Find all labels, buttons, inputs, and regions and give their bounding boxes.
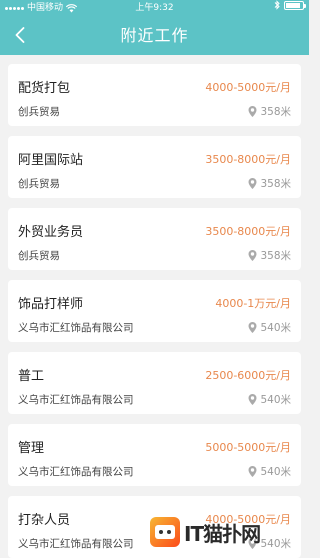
header: 中国移动 上午9:32 附近工作 — [0, 0, 309, 55]
job-salary: 5000-5000元/月 — [205, 441, 291, 454]
company-name: 创兵贸易 — [18, 178, 60, 190]
job-title: 饰品打样师 — [18, 297, 84, 312]
watermark-text: IT猫扑网 — [184, 521, 261, 546]
location-pin-icon — [248, 322, 257, 333]
job-title: 配货打包 — [18, 81, 71, 96]
distance: 540米 — [248, 392, 291, 407]
company-name: 创兵贸易 — [18, 250, 60, 262]
job-card[interactable]: 配货打包 4000-5000元/月 创兵贸易 358米 — [8, 64, 301, 126]
distance-label: 358米 — [260, 106, 291, 118]
job-card[interactable]: 饰品打样师 4000-1万元/月 义乌市汇红饰品有限公司 540米 — [8, 280, 301, 342]
job-title: 普工 — [18, 369, 45, 384]
page-title: 附近工作 — [120, 26, 189, 45]
job-salary: 4000-5000元/月 — [205, 81, 291, 94]
distance: 358米 — [248, 248, 291, 263]
status-bar: 中国移动 上午9:32 — [0, 0, 309, 16]
status-right — [274, 0, 306, 10]
job-card[interactable]: 管理 5000-5000元/月 义乌市汇红饰品有限公司 540米 — [8, 424, 301, 486]
job-salary: 2500-6000元/月 — [205, 369, 291, 382]
distance-label: 540米 — [260, 466, 291, 478]
location-pin-icon — [248, 178, 257, 189]
nav-bar: 附近工作 — [0, 16, 309, 55]
location-pin-icon — [248, 250, 257, 261]
company-name: 义乌市汇红饰品有限公司 — [18, 466, 134, 478]
bluetooth-icon — [274, 0, 280, 10]
distance: 540米 — [248, 320, 291, 335]
job-card[interactable]: 普工 2500-6000元/月 义乌市汇红饰品有限公司 540米 — [8, 352, 301, 414]
job-title: 外贸业务员 — [18, 225, 84, 240]
status-time: 上午9:32 — [135, 3, 174, 13]
location-pin-icon — [248, 106, 257, 117]
battery-icon — [284, 0, 306, 10]
job-title: 管理 — [18, 441, 45, 456]
distance-label: 540米 — [260, 394, 291, 406]
distance: 540米 — [248, 464, 291, 479]
job-salary: 3500-8000元/月 — [205, 153, 291, 166]
distance-label: 358米 — [260, 250, 291, 262]
job-title: 打杂人员 — [18, 513, 71, 528]
cat-logo-icon — [150, 517, 180, 547]
location-pin-icon — [248, 466, 257, 477]
job-card[interactable]: 外贸业务员 3500-8000元/月 创兵贸易 358米 — [8, 208, 301, 270]
distance-label: 540米 — [260, 322, 291, 334]
job-salary: 4000-1万元/月 — [215, 297, 291, 310]
job-title: 阿里国际站 — [18, 153, 84, 168]
company-name: 义乌市汇红饰品有限公司 — [18, 394, 134, 406]
watermark: IT猫扑网 — [150, 514, 309, 550]
location-pin-icon — [248, 394, 257, 405]
company-name: 义乌市汇红饰品有限公司 — [18, 322, 134, 334]
distance: 358米 — [248, 176, 291, 191]
company-name: 义乌市汇红饰品有限公司 — [18, 538, 134, 550]
company-name: 创兵贸易 — [18, 106, 60, 118]
job-salary: 3500-8000元/月 — [205, 225, 291, 238]
job-card[interactable]: 阿里国际站 3500-8000元/月 创兵贸易 358米 — [8, 136, 301, 198]
distance: 358米 — [248, 104, 291, 119]
distance-label: 358米 — [260, 178, 291, 190]
